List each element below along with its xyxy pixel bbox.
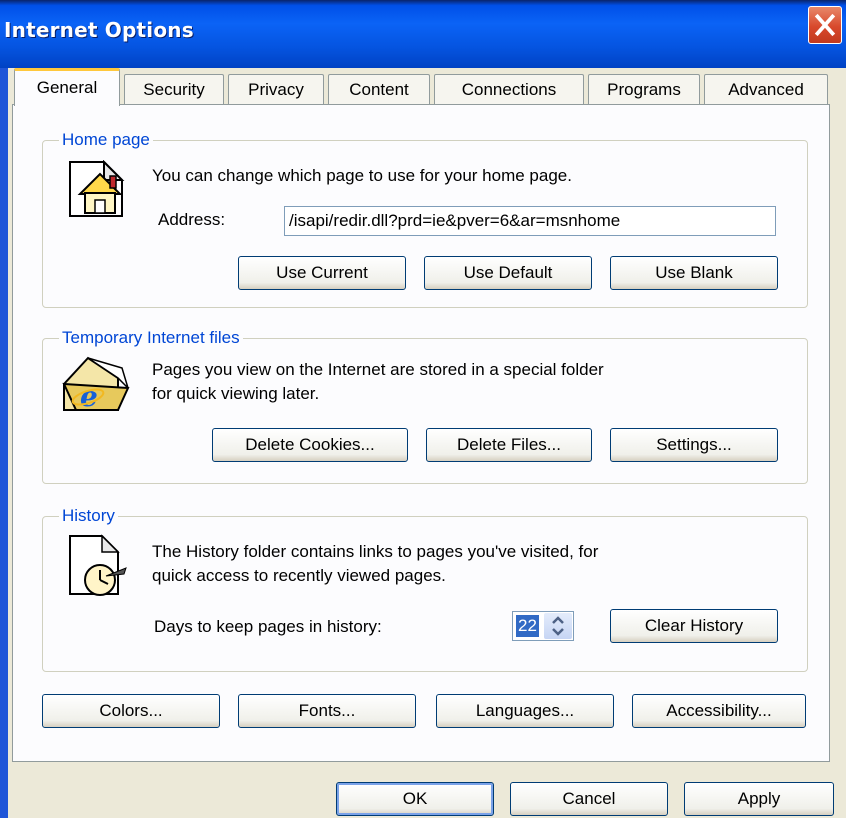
tab-general[interactable]: General <box>14 68 120 106</box>
tab-connections[interactable]: Connections <box>434 74 584 105</box>
use-default-button[interactable]: Use Default <box>424 256 592 290</box>
days-to-keep-label: Days to keep pages in history: <box>154 617 382 636</box>
accessibility-button[interactable]: Accessibility... <box>632 694 806 728</box>
history-description-line2: quick access to recently viewed pages. <box>152 566 446 585</box>
address-input[interactable]: ⁠/isapi/redir.dll?prd=ie&pver=6&ar=msnho… <box>284 206 776 236</box>
cancel-button[interactable]: Cancel <box>510 782 668 816</box>
history-legend: History <box>59 506 118 526</box>
use-current-button[interactable]: Use Current <box>238 256 406 290</box>
tab-content[interactable]: Content <box>328 74 430 105</box>
temporary-internet-files-legend: Temporary Internet files <box>59 328 243 348</box>
temp-files-description-line2: for quick viewing later. <box>152 384 320 403</box>
languages-button[interactable]: Languages... <box>436 694 614 728</box>
address-label: Address: <box>158 210 226 229</box>
delete-files-button[interactable]: Delete Files... <box>426 428 592 462</box>
internet-options-window: Internet Options General Security Privac… <box>0 0 846 818</box>
window-left-border <box>0 68 8 818</box>
use-blank-button[interactable]: Use Blank <box>610 256 778 290</box>
home-page-icon <box>69 160 125 217</box>
settings-button[interactable]: Settings... <box>610 428 778 462</box>
home-page-description: You can change which page to use for you… <box>152 166 572 185</box>
history-description-line1: The History folder contains links to pag… <box>152 542 599 561</box>
clear-history-button[interactable]: Clear History <box>610 609 778 643</box>
spinner-arrows[interactable] <box>544 613 572 639</box>
fonts-button[interactable]: Fonts... <box>238 694 416 728</box>
home-page-legend: Home page <box>59 130 153 150</box>
spinner-up-down-icon <box>552 616 564 636</box>
tab-programs[interactable]: Programs <box>588 74 700 105</box>
temp-files-description-line1: Pages you view on the Internet are store… <box>152 360 604 379</box>
tab-privacy[interactable]: Privacy <box>228 74 324 105</box>
title-bar[interactable]: Internet Options <box>0 0 846 68</box>
tab-security[interactable]: Security <box>124 74 224 105</box>
close-icon <box>814 13 836 37</box>
ok-button[interactable]: OK <box>336 782 494 816</box>
apply-button[interactable]: Apply <box>684 782 834 816</box>
days-to-keep-value[interactable]: 22 <box>516 615 539 637</box>
days-to-keep-spinner[interactable]: 22 <box>512 611 574 641</box>
history-group: History <box>42 506 808 672</box>
temporary-files-folder-icon: e <box>62 356 130 413</box>
close-button[interactable] <box>808 6 842 44</box>
window-title: Internet Options <box>4 18 194 42</box>
tab-advanced[interactable]: Advanced <box>704 74 828 105</box>
svg-text:e: e <box>80 380 98 413</box>
history-icon <box>69 534 127 596</box>
colors-button[interactable]: Colors... <box>42 694 220 728</box>
delete-cookies-button[interactable]: Delete Cookies... <box>212 428 408 462</box>
